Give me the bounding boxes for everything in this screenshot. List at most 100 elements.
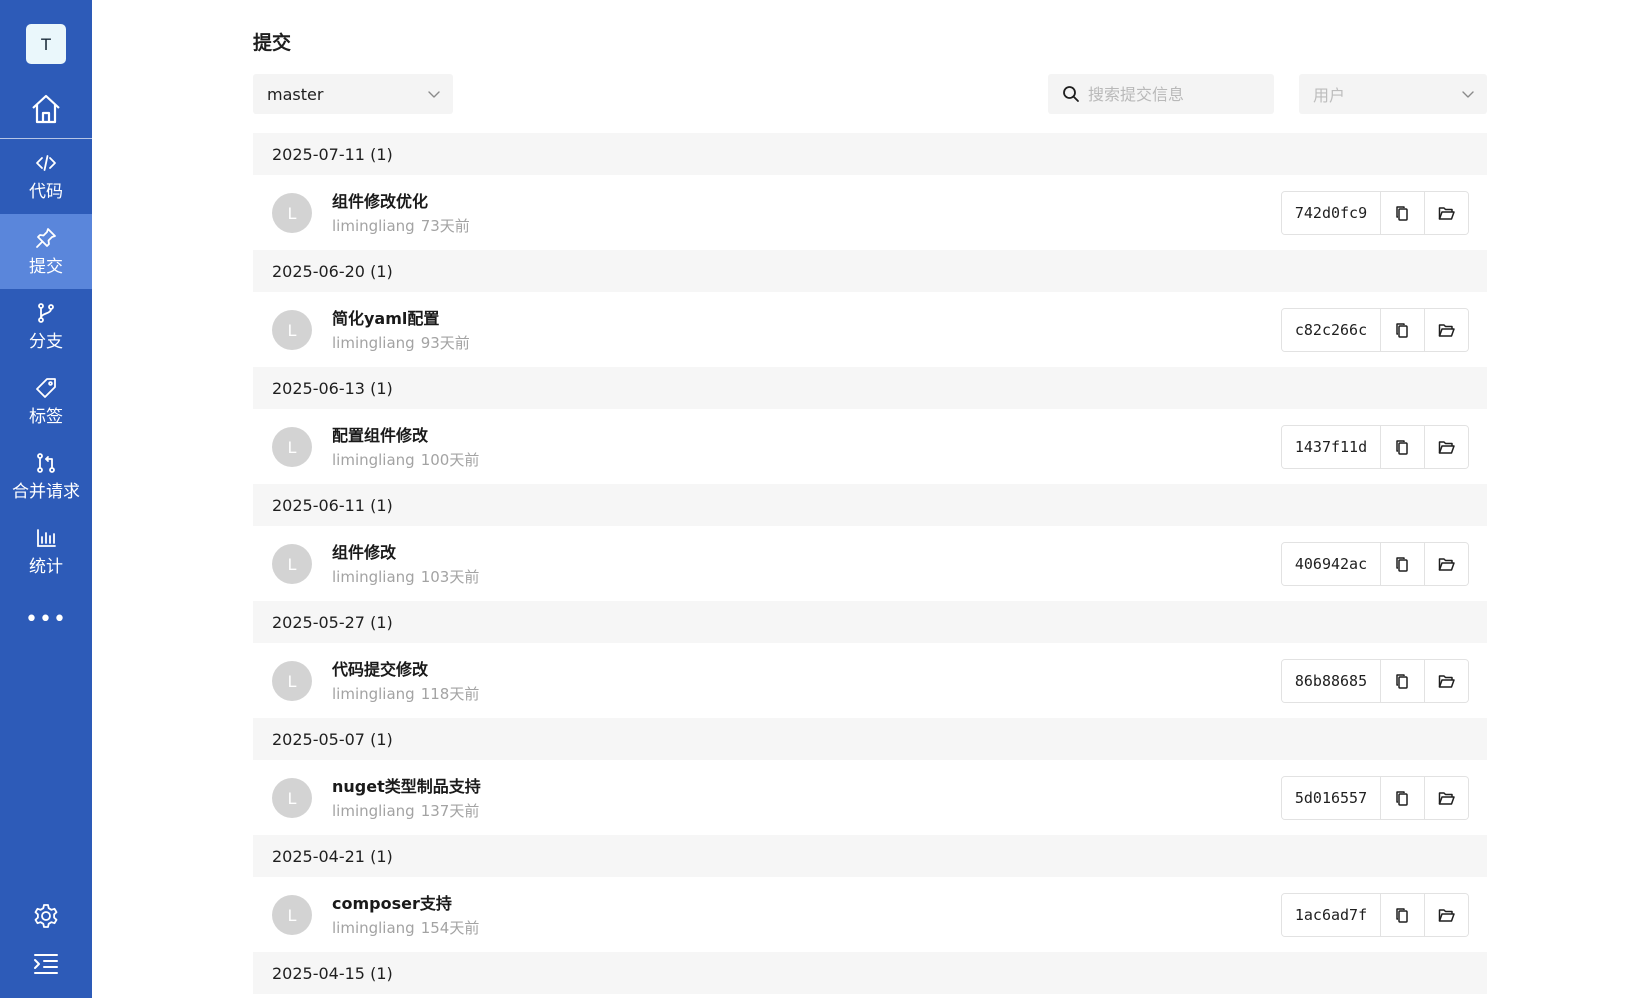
pin-icon — [36, 227, 56, 248]
commit-sha-button[interactable]: 86b88685 — [1282, 660, 1380, 702]
page-title: 提交 — [253, 32, 292, 54]
commit-list: 2025-07-11 (1) L 组件修改优化 limingliang 73天前 742d… — [253, 133, 1487, 994]
sidebar-item-label: 分支 — [29, 331, 63, 352]
browse-files-button[interactable] — [1424, 543, 1468, 585]
copy-sha-button[interactable] — [1380, 660, 1424, 702]
commit-search — [1048, 74, 1274, 114]
more-icon: ••• — [25, 606, 67, 632]
browse-files-button[interactable] — [1424, 777, 1468, 819]
gear-icon[interactable] — [32, 902, 60, 930]
commit-row: Lnuget类型制品支持 limingliang 137天前 5d016557 — [253, 760, 1487, 835]
branch-select[interactable]: master — [253, 74, 453, 114]
copy-icon — [1396, 673, 1408, 689]
sidebar-bottom — [0, 902, 92, 998]
copy-sha-button[interactable] — [1380, 777, 1424, 819]
user-select[interactable]: 用户 — [1299, 74, 1487, 114]
commit-message[interactable]: 配置组件修改 — [332, 422, 428, 446]
code-icon — [36, 154, 56, 171]
sidebar-item-merge-requests[interactable]: 合并请求 — [0, 439, 92, 514]
folder-open-icon — [1438, 908, 1455, 922]
date-group-header: 2025-05-07 (1) — [253, 718, 1487, 760]
collapse-menu-icon[interactable] — [32, 950, 60, 978]
date-group-header: 2025-04-21 (1) — [253, 835, 1487, 877]
copy-sha-button[interactable] — [1380, 426, 1424, 468]
sidebar-more[interactable]: ••• — [0, 589, 92, 649]
commit-sha-button[interactable]: 5d016557 — [1282, 777, 1380, 819]
copy-icon — [1396, 907, 1408, 923]
commit-row: L 简化yaml配置 limingliang 93天前 c82c266c — [253, 292, 1487, 367]
commit-author: limingliang — [332, 802, 415, 820]
commit-message[interactable]: 代码提交修改 — [332, 656, 428, 680]
home-icon[interactable] — [29, 92, 63, 126]
copy-sha-button[interactable] — [1380, 192, 1424, 234]
commit-message[interactable]: nuget类型制品支持 — [332, 773, 481, 797]
copy-sha-button[interactable] — [1380, 543, 1424, 585]
commit-message[interactable]: 组件修改优化 — [332, 188, 428, 212]
sidebar-item-label: 代码 — [29, 181, 63, 202]
toolbar: master 用户 — [253, 74, 1487, 114]
commit-meta: limingliang 154天前 — [332, 917, 479, 938]
copy-sha-button[interactable] — [1380, 309, 1424, 351]
browse-files-button[interactable] — [1424, 426, 1468, 468]
commit-meta: limingliang 118天前 — [332, 683, 479, 704]
browse-files-button[interactable] — [1424, 309, 1468, 351]
sidebar-item-branches[interactable]: 分支 — [0, 289, 92, 364]
commit-actions: 5d016557 — [1281, 776, 1469, 820]
commit-sha-button[interactable]: 1437f11d — [1282, 426, 1380, 468]
sidebar-item-statistics[interactable]: 统计 — [0, 514, 92, 589]
copy-icon — [1396, 322, 1408, 338]
branch-icon — [38, 302, 54, 323]
sidebar-item-tags[interactable]: 标签 — [0, 364, 92, 439]
project-avatar[interactable]: T — [26, 24, 66, 64]
commit-time: 93天前 — [420, 334, 470, 352]
commit-time: 100天前 — [420, 451, 480, 469]
sidebar-item-label: 合并请求 — [12, 481, 80, 502]
folder-open-icon — [1438, 206, 1455, 220]
commit-author: limingliang — [332, 217, 415, 235]
sidebar-item-code[interactable]: 代码 — [0, 139, 92, 214]
commit-meta: limingliang 103天前 — [332, 566, 479, 587]
copy-icon — [1396, 205, 1408, 221]
commit-sha-button[interactable]: 742d0fc9 — [1282, 192, 1380, 234]
search-icon — [1063, 86, 1079, 102]
copy-sha-button[interactable] — [1380, 894, 1424, 936]
commit-time: 103天前 — [420, 568, 480, 586]
merge-request-icon — [37, 452, 55, 473]
commit-actions: 86b88685 — [1281, 659, 1469, 703]
commit-meta: limingliang 100天前 — [332, 449, 479, 470]
browse-files-button[interactable] — [1424, 894, 1468, 936]
sidebar-item-label: 标签 — [29, 406, 63, 427]
commit-message[interactable]: composer支持 — [332, 890, 452, 914]
author-avatar: L — [272, 310, 312, 350]
commit-message[interactable]: 简化yaml配置 — [332, 305, 439, 329]
commit-sha-button[interactable]: 1ac6ad7f — [1282, 894, 1380, 936]
tag-icon — [36, 377, 56, 398]
browse-files-button[interactable] — [1424, 660, 1468, 702]
sidebar-nav: 代码 提交 分支 标签 合并请求 统计 ••• — [0, 139, 92, 649]
commit-meta: limingliang 93天前 — [332, 332, 470, 353]
commit-time: 73天前 — [420, 217, 470, 235]
branch-select-value: master — [267, 84, 324, 104]
commit-author: limingliang — [332, 451, 415, 469]
sidebar-item-commits[interactable]: 提交 — [0, 214, 92, 289]
date-group-header: 2025-06-20 (1) — [253, 250, 1487, 292]
author-avatar: L — [272, 193, 312, 233]
browse-files-button[interactable] — [1424, 192, 1468, 234]
search-input[interactable] — [1086, 83, 1260, 105]
commit-actions: 742d0fc9 — [1281, 191, 1469, 235]
folder-open-icon — [1438, 440, 1455, 454]
folder-open-icon — [1438, 323, 1455, 337]
date-group-header: 2025-06-13 (1) — [253, 367, 1487, 409]
commit-actions: 1437f11d — [1281, 425, 1469, 469]
folder-open-icon — [1438, 557, 1455, 571]
author-avatar: L — [272, 778, 312, 818]
user-select-placeholder: 用户 — [1313, 86, 1346, 105]
commit-sha-button[interactable]: 406942ac — [1282, 543, 1380, 585]
chevron-down-icon — [1462, 91, 1474, 98]
commit-sha-button[interactable]: c82c266c — [1282, 309, 1380, 351]
folder-open-icon — [1438, 791, 1455, 805]
commit-row: Lcomposer支持 limingliang 154天前 1ac6ad7f — [253, 877, 1487, 952]
commit-actions: 406942ac — [1281, 542, 1469, 586]
author-avatar: L — [272, 661, 312, 701]
commit-message[interactable]: 组件修改 — [332, 539, 396, 563]
